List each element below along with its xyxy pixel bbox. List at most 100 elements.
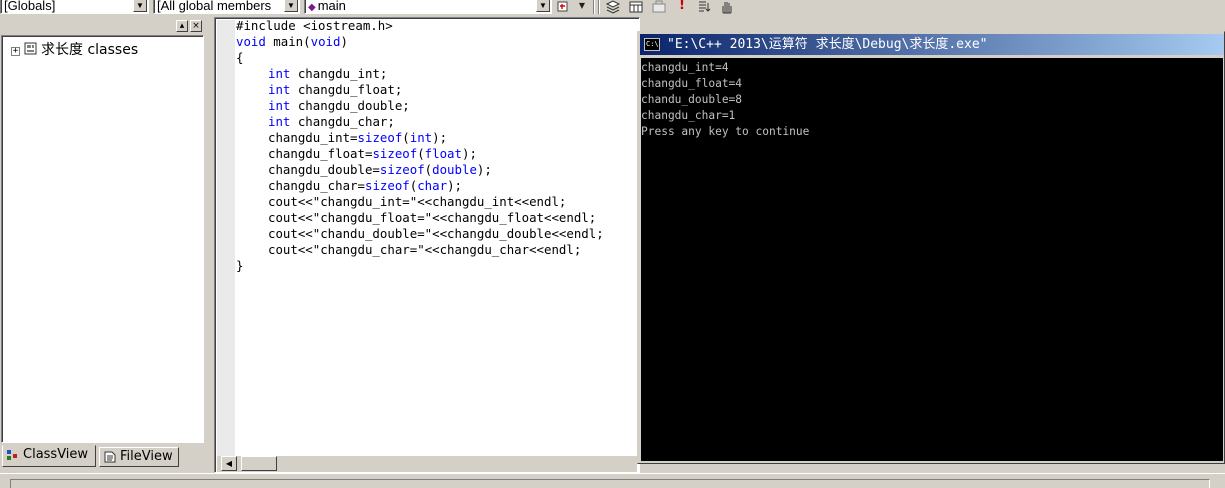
wizard-dropdown-icon[interactable]: ▼ (574, 0, 590, 14)
code-line[interactable]: int changdu_int; (236, 66, 604, 82)
code-token: ); (476, 162, 492, 177)
code-line[interactable]: changdu_char=sizeof(char); (236, 178, 604, 194)
expand-icon[interactable]: + (11, 47, 20, 56)
code-line[interactable]: { (236, 50, 604, 66)
code-line[interactable]: void main(void) (236, 34, 604, 50)
build-icon[interactable] (628, 0, 644, 14)
tab-fileview-label: FileView (120, 449, 173, 464)
scroll-left-icon[interactable]: ◀ (221, 456, 237, 471)
filter-combo-dropdown-icon[interactable]: ▼ (284, 0, 298, 12)
code-token: changdu_int; (290, 66, 388, 81)
code-token: cout<<"changdu_float="<<changdu_float<<e… (268, 210, 597, 225)
code-line[interactable]: changdu_float=sizeof(float); (236, 146, 604, 162)
code-line[interactable]: changdu_int=sizeof(int); (236, 130, 604, 146)
toolbar: [Globals] ▼ [All global members ▼ ◆ main … (0, 0, 1225, 15)
function-icon: ◆ (308, 2, 316, 13)
code-text[interactable]: #include <iostream.h> void main(void){int… (236, 18, 604, 274)
function-combo[interactable]: ◆ main ▼ (304, 0, 552, 14)
console-window[interactable]: C:\ "E:\C++ 2013\运算符 求长度\Debug\求长度.exe" … (637, 31, 1225, 464)
code-line[interactable]: } (236, 258, 604, 274)
function-combo-value: main (317, 0, 346, 13)
tab-classview-label: ClassView (23, 447, 89, 462)
code-keyword: double (432, 162, 477, 177)
tab-fileview[interactable]: FileView (99, 447, 179, 467)
code-token: ( (417, 146, 425, 161)
console-output[interactable]: changdu_int=4 changdu_float=4 chandu_dou… (641, 58, 1223, 461)
scrollbar-thumb[interactable] (241, 456, 277, 471)
horizontal-scrollbar[interactable]: ◀ (217, 456, 637, 472)
function-combo-dropdown-icon[interactable]: ▼ (536, 0, 550, 12)
console-app-icon[interactable]: C:\ (644, 38, 660, 51)
compile-icon[interactable] (605, 0, 621, 14)
code-keyword: char (417, 178, 448, 193)
code-token: cout<<"changdu_char="<<changdu_char<<end… (268, 242, 582, 257)
toolbar-separator (593, 0, 595, 14)
scope-combo[interactable]: [Globals] ▼ (0, 0, 149, 14)
code-token: changdu_char; (290, 114, 395, 129)
breakpoint-hand-icon[interactable] (719, 0, 735, 14)
code-keyword: sizeof (364, 178, 410, 193)
code-line[interactable]: int changdu_char; (236, 114, 604, 130)
code-keyword: int (268, 66, 291, 81)
code-keyword: sizeof (357, 130, 403, 145)
code-token: ( (402, 130, 410, 145)
code-keyword: int (268, 82, 291, 97)
code-keyword: sizeof (372, 146, 418, 161)
tree-root-item[interactable]: + 求长度 classes (11, 41, 138, 59)
code-token: main( (265, 34, 311, 49)
code-token: { (236, 50, 244, 65)
code-keyword: int (409, 130, 433, 145)
editor-gutter[interactable] (217, 20, 235, 458)
wizard-action-icon[interactable] (556, 0, 572, 14)
classview-icon (7, 450, 17, 460)
code-token: changdu_float; (290, 82, 403, 97)
code-keyword: int (268, 114, 291, 129)
close-icon[interactable]: × (190, 20, 202, 32)
toolbar-separator (598, 0, 600, 14)
workspace-panel: ▴ × + 求长度 classes ClassView FileView (0, 17, 207, 473)
filter-combo-value: [All global members (157, 0, 272, 13)
code-editor[interactable]: #include <iostream.h> void main(void){int… (214, 17, 640, 473)
go-icon[interactable] (697, 0, 713, 14)
fileview-icon (104, 451, 116, 463)
tree-root-label: 求长度 classes (41, 42, 139, 58)
code-line[interactable]: cout<<"chandu_double="<<changdu_double<<… (236, 226, 604, 242)
class-tree[interactable]: + 求长度 classes (1, 35, 204, 443)
scope-combo-value: [Globals] (4, 0, 56, 13)
code-line[interactable]: changdu_double=sizeof(double); (236, 162, 604, 178)
console-titlebar[interactable]: C:\ "E:\C++ 2013\运算符 求长度\Debug\求长度.exe" (640, 34, 1224, 55)
workspace-tabs: ClassView FileView (0, 443, 207, 469)
code-token: ); (461, 146, 477, 161)
code-token: #include <iostream.h> (236, 18, 393, 33)
code-line[interactable]: cout<<"changdu_int="<<changdu_int<<endl; (236, 194, 604, 210)
code-line[interactable]: cout<<"changdu_float="<<changdu_float<<e… (236, 210, 604, 226)
console-title: "E:\C++ 2013\运算符 求长度\Debug\求长度.exe" (667, 37, 988, 52)
code-token: changdu_double= (268, 162, 380, 177)
code-line[interactable]: #include <iostream.h> (236, 18, 604, 34)
scope-combo-dropdown-icon[interactable]: ▼ (133, 0, 147, 12)
status-bar (0, 473, 1225, 488)
filter-combo[interactable]: [All global members ▼ (153, 0, 300, 14)
code-keyword: float (424, 146, 462, 161)
code-token: changdu_char= (268, 178, 365, 193)
code-line[interactable]: int changdu_double; (236, 98, 604, 114)
code-token: ) (340, 34, 348, 49)
code-line[interactable]: int changdu_float; (236, 82, 604, 98)
code-token: } (236, 258, 244, 273)
code-line[interactable]: cout<<"changdu_char="<<changdu_char<<end… (236, 242, 604, 258)
tab-classview[interactable]: ClassView (2, 445, 96, 467)
status-pane (10, 479, 1210, 488)
execute-icon[interactable]: ! (674, 0, 690, 14)
code-keyword: sizeof (379, 162, 425, 177)
code-token: ); (432, 130, 448, 145)
code-keyword: int (268, 98, 291, 113)
dock-restore-icon[interactable]: ▴ (176, 20, 188, 32)
code-token: cout<<"changdu_int="<<changdu_int<<endl; (268, 194, 567, 209)
classes-folder-icon (24, 42, 37, 55)
code-token: changdu_int= (268, 130, 358, 145)
code-token: cout<<"chandu_double="<<changdu_double<<… (268, 226, 604, 241)
workspace-header: ▴ × (0, 17, 207, 35)
stop-build-icon[interactable] (651, 0, 667, 14)
code-token: ); (447, 178, 462, 193)
code-token: changdu_double; (290, 98, 410, 113)
